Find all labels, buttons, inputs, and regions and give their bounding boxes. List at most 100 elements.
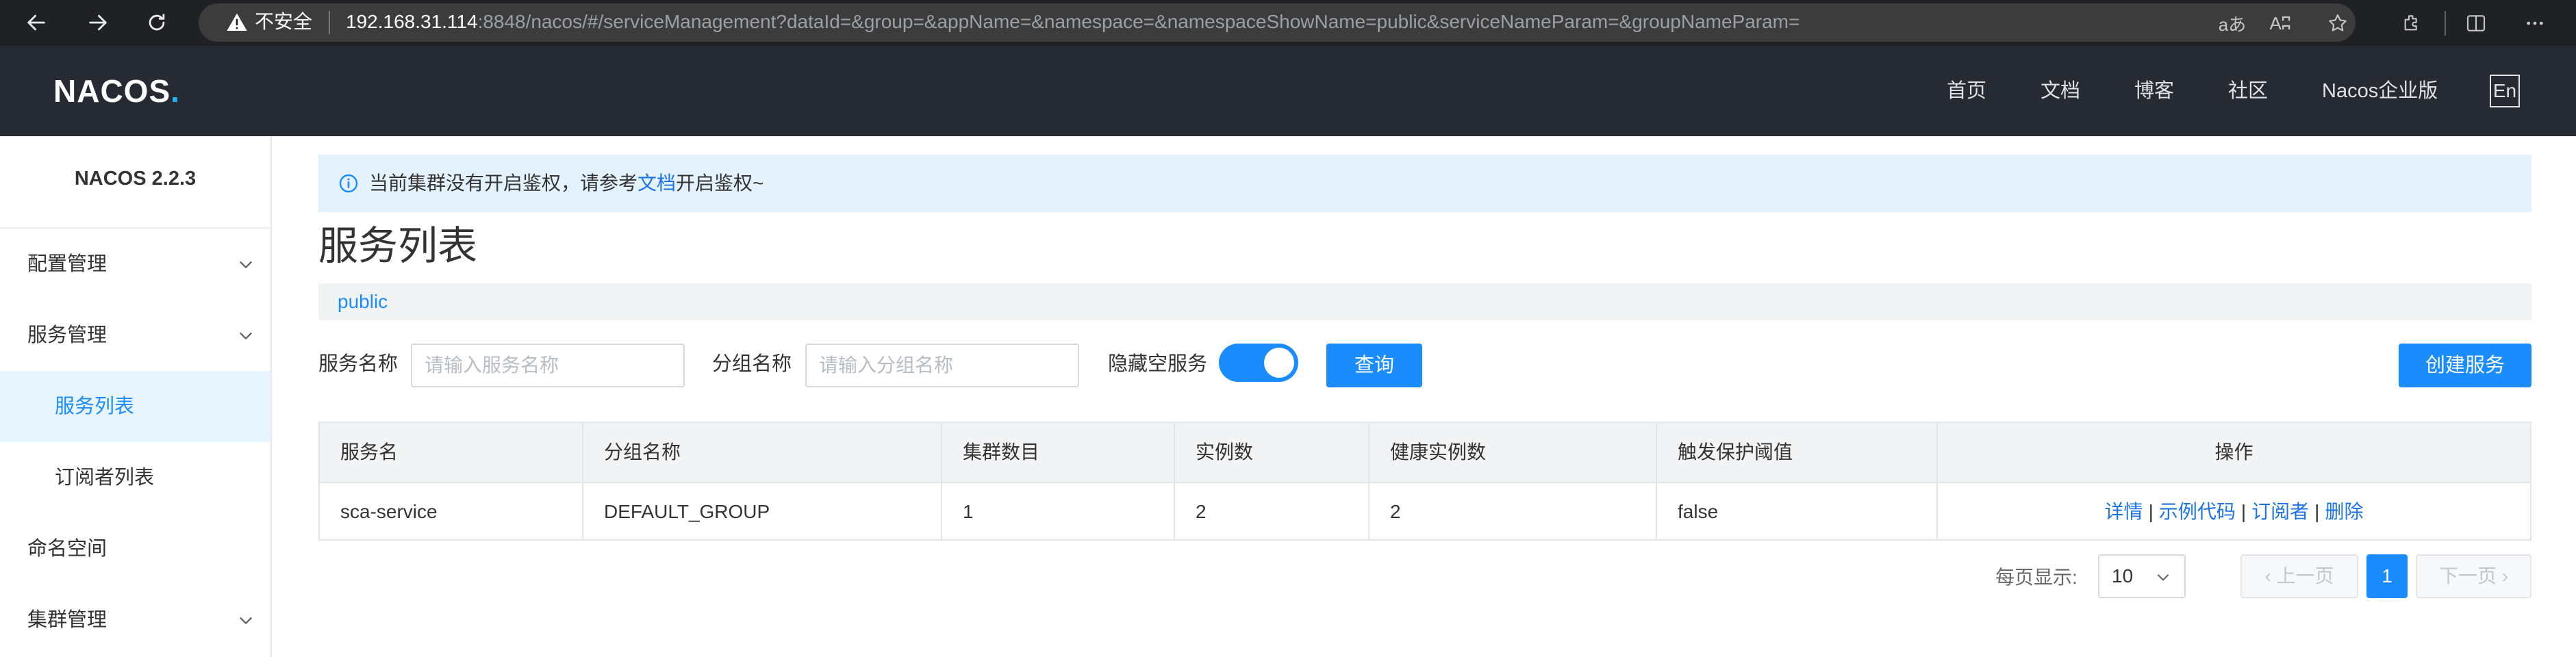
next-page-button[interactable]: 下一页 › bbox=[2416, 554, 2531, 598]
subscribers-link[interactable]: 订阅者 bbox=[2251, 501, 2309, 522]
namespace-public[interactable]: public bbox=[338, 289, 388, 315]
create-service-button[interactable]: 创建服务 bbox=[2399, 344, 2531, 387]
sidebar-item-service-management[interactable]: 服务管理 bbox=[0, 300, 270, 371]
url-text[interactable]: 192.168.31.114:8848/nacos/#/serviceManag… bbox=[346, 8, 1800, 36]
page-size-select[interactable]: 10 bbox=[2098, 554, 2186, 598]
more-options-icon[interactable] bbox=[2520, 8, 2550, 38]
table-cell-actions: 详情 | 示例代码 | 订阅者 | 删除 bbox=[1938, 483, 2530, 541]
url-path: :8848/nacos/#/serviceManagement?dataId=&… bbox=[477, 11, 1800, 32]
sidebar-item-namespace[interactable]: 命名空间 bbox=[0, 513, 270, 584]
prev-page-label: 上一页 bbox=[2276, 565, 2334, 587]
nav-blog[interactable]: 博客 bbox=[2134, 76, 2174, 106]
current-page-button[interactable]: 1 bbox=[2366, 554, 2408, 598]
extensions-icon[interactable] bbox=[2397, 8, 2427, 38]
column-header-label: 服务名 bbox=[340, 441, 399, 463]
table-cell: 1 bbox=[942, 483, 1175, 541]
nav-docs[interactable]: 文档 bbox=[2041, 76, 2080, 106]
nav-community[interactable]: 社区 bbox=[2228, 76, 2268, 106]
sample-code-link[interactable]: 示例代码 bbox=[2159, 501, 2236, 522]
notice-docs-link[interactable]: 文档 bbox=[637, 172, 676, 194]
logo-dot: . bbox=[171, 73, 180, 109]
page-size-value: 10 bbox=[2112, 565, 2134, 587]
toolbar-divider bbox=[2445, 11, 2446, 36]
toggle-knob bbox=[1264, 348, 1294, 378]
translate-glyph: aあ bbox=[2218, 14, 2247, 35]
sidebar-item-label: 服务列表 bbox=[55, 396, 135, 417]
column-header: 分组名称 bbox=[583, 423, 942, 482]
language-switch-button[interactable]: En bbox=[2490, 75, 2520, 107]
sidebar-item-subscriber-list[interactable]: 订阅者列表 bbox=[0, 442, 270, 513]
sidebar: NACOS 2.2.3 配置管理 服务管理 服务列表 订阅者列表 命名空间 集群… bbox=[0, 136, 272, 657]
url-host: 192.168.31.114 bbox=[346, 11, 478, 32]
detail-link[interactable]: 详情 bbox=[2105, 501, 2143, 522]
table-cell: 2 bbox=[1175, 483, 1369, 541]
service-table: 服务名 分组名称 集群数目 实例数 健康实例数 触发保护阈值 操作 sca-se… bbox=[318, 422, 2531, 541]
notice-text-after: 开启鉴权~ bbox=[676, 172, 764, 194]
column-header: 操作 bbox=[1938, 423, 2530, 482]
reload-icon[interactable] bbox=[141, 7, 173, 38]
hide-empty-toggle[interactable] bbox=[1219, 344, 1298, 382]
nav-enterprise[interactable]: Nacos企业版 bbox=[2322, 76, 2438, 106]
column-header-label: 触发保护阈值 bbox=[1678, 441, 1793, 463]
next-page-label: 下一页 bbox=[2438, 565, 2497, 587]
namespace-bar: public bbox=[318, 283, 2531, 320]
column-header-label: 实例数 bbox=[1196, 441, 1254, 463]
action-separator: | bbox=[2240, 501, 2247, 522]
delete-link[interactable]: 删除 bbox=[2325, 501, 2363, 522]
column-header-label: 健康实例数 bbox=[1390, 441, 1487, 463]
group-name-value: DEFAULT_GROUP bbox=[604, 501, 770, 522]
read-aloud-glyph: Aʭ bbox=[2269, 12, 2291, 34]
info-icon bbox=[339, 174, 358, 193]
query-button[interactable]: 查询 bbox=[1326, 344, 1422, 387]
translate-icon[interactable]: aあ bbox=[2217, 8, 2247, 38]
column-header-label: 操作 bbox=[2214, 441, 2253, 463]
favorite-star-icon[interactable] bbox=[2323, 8, 2353, 38]
notice-text: 当前集群没有开启鉴权，请参考文档开启鉴权~ bbox=[369, 168, 763, 198]
page-title: 服务列表 bbox=[318, 224, 478, 268]
prev-page-button[interactable]: ‹ 上一页 bbox=[2240, 554, 2358, 598]
action-links: 详情 | 示例代码 | 订阅者 | 删除 bbox=[1938, 483, 2530, 541]
logo-text: NACOS bbox=[53, 73, 171, 109]
sidebar-item-config-management[interactable]: 配置管理 bbox=[0, 229, 270, 300]
hide-empty-label: 隐藏空服务 bbox=[1108, 353, 1208, 375]
sidebar-item-cluster-management[interactable]: 集群管理 bbox=[0, 584, 270, 656]
browser-toolbar: 不安全 192.168.31.114:8848/nacos/#/serviceM… bbox=[0, 0, 2576, 46]
warning-icon[interactable] bbox=[226, 12, 248, 34]
sidebar-item-label: 配置管理 bbox=[27, 253, 108, 275]
column-header: 触发保护阈值 bbox=[1657, 423, 1938, 482]
security-label[interactable]: 不安全 bbox=[255, 8, 312, 36]
column-header: 集群数目 bbox=[942, 423, 1175, 482]
column-header: 健康实例数 bbox=[1369, 423, 1657, 482]
action-separator: | bbox=[2314, 501, 2320, 522]
table-cell: sca-service bbox=[320, 483, 583, 541]
column-header: 服务名 bbox=[320, 423, 583, 482]
version-label: NACOS 2.2.3 bbox=[74, 168, 197, 190]
read-aloud-icon[interactable]: Aʭ bbox=[2265, 8, 2295, 38]
group-name-input[interactable] bbox=[805, 344, 1079, 387]
chevron-right-icon: › bbox=[2496, 565, 2509, 587]
threshold-value: false bbox=[1678, 501, 1719, 522]
forward-arrow-icon[interactable] bbox=[82, 7, 114, 38]
sidebar-item-service-list[interactable]: 服务列表 bbox=[0, 371, 270, 442]
nacos-logo[interactable]: NACOS. bbox=[53, 70, 180, 112]
service-name-value: sca-service bbox=[340, 501, 438, 522]
sidebar-item-label: 命名空间 bbox=[27, 538, 108, 560]
chevron-up-icon bbox=[240, 332, 252, 340]
split-screen-icon[interactable] bbox=[2461, 8, 2491, 38]
chevron-down-icon bbox=[240, 261, 252, 269]
table-cell: false bbox=[1657, 483, 1938, 541]
table-cell: 2 bbox=[1369, 483, 1657, 541]
nav-home[interactable]: 首页 bbox=[1947, 76, 1986, 106]
sidebar-item-label: 集群管理 bbox=[27, 609, 108, 631]
instance-count-value: 2 bbox=[1196, 501, 1207, 522]
service-name-input[interactable] bbox=[411, 344, 685, 387]
table-row: sca-service DEFAULT_GROUP 1 2 2 false 详情… bbox=[320, 483, 2530, 541]
table-header-row: 服务名 分组名称 集群数目 实例数 健康实例数 触发保护阈值 操作 bbox=[320, 423, 2530, 483]
notice-text-before: 当前集群没有开启鉴权，请参考 bbox=[369, 172, 638, 194]
sidebar-item-label: 服务管理 bbox=[27, 324, 108, 346]
address-separator bbox=[329, 11, 330, 34]
chevron-down-icon bbox=[240, 617, 252, 625]
back-arrow-icon[interactable] bbox=[21, 7, 52, 38]
action-separator: | bbox=[2148, 501, 2154, 522]
healthy-count-value: 2 bbox=[1390, 501, 1401, 522]
